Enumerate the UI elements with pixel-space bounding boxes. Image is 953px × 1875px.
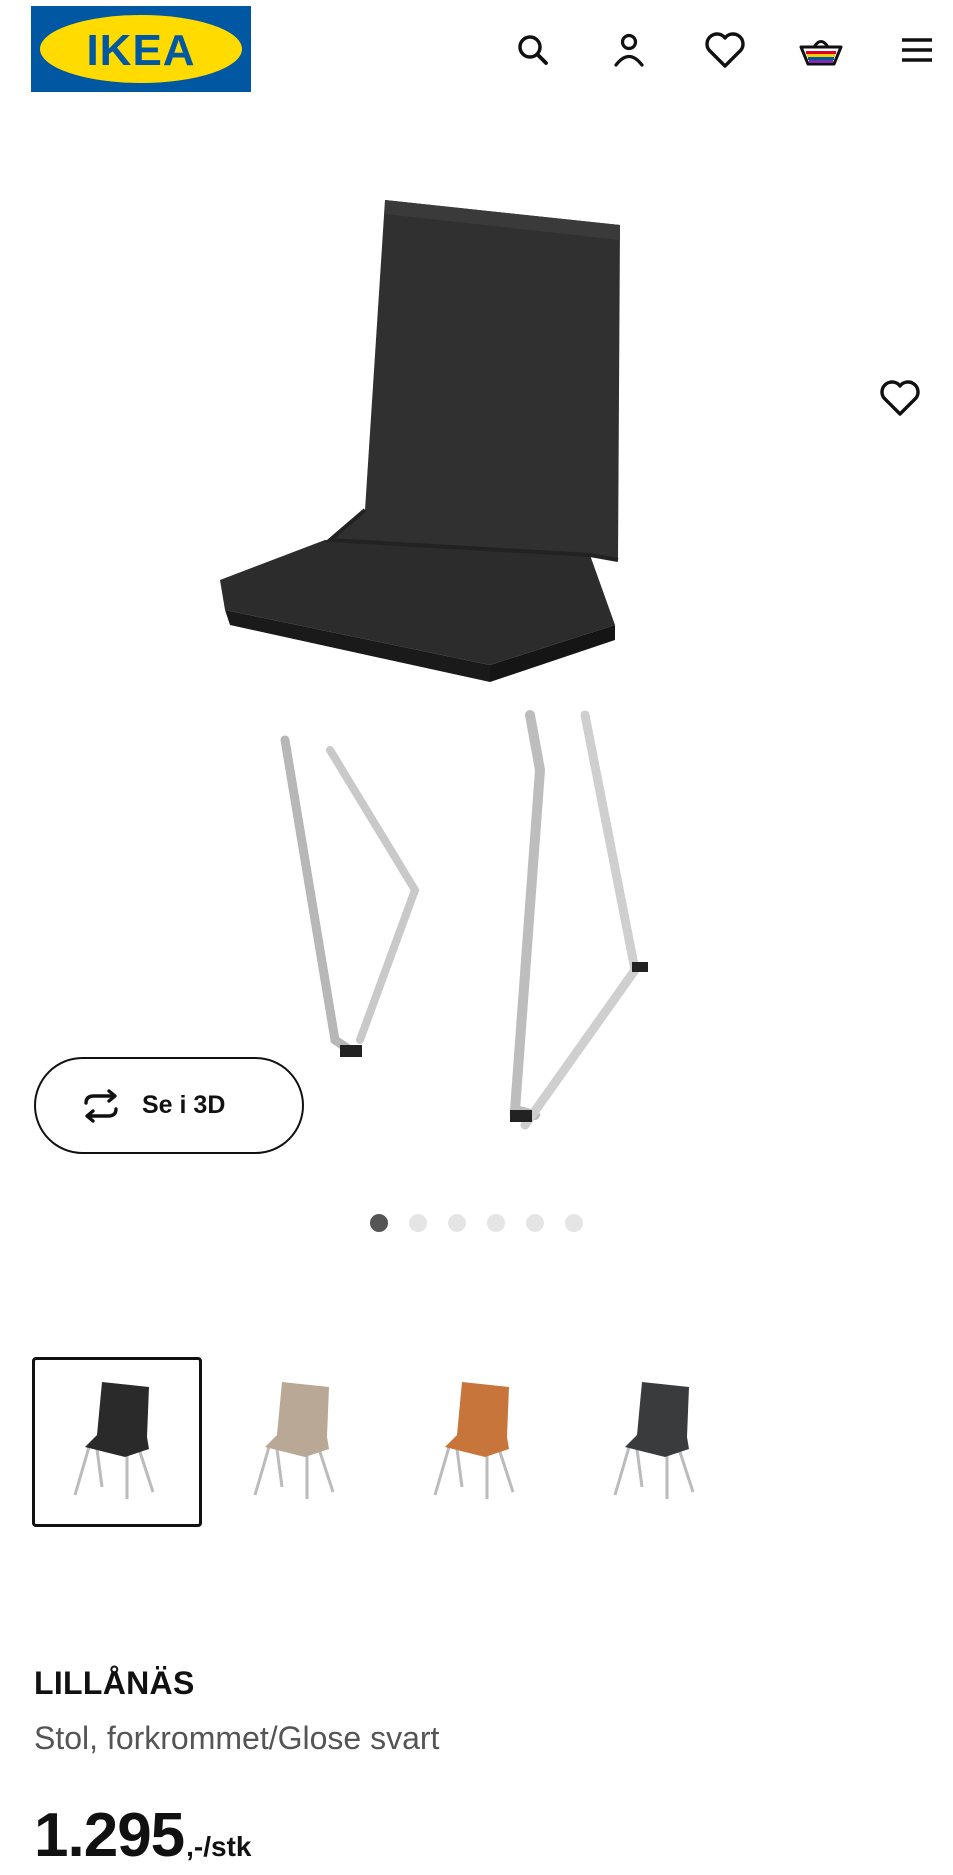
variant-thumbnail: [613, 1382, 695, 1499]
variant-selector: [32, 1357, 912, 1527]
carousel-dot[interactable]: [409, 1214, 427, 1232]
rotate-icon: [84, 1088, 118, 1123]
carousel-dot[interactable]: [487, 1214, 505, 1232]
search-icon[interactable]: [509, 26, 557, 74]
account-icon[interactable]: [605, 26, 653, 74]
variant-option-beige[interactable]: [212, 1357, 382, 1527]
carousel-dot[interactable]: [448, 1214, 466, 1232]
variant-thumbnail: [253, 1382, 335, 1499]
variant-option-brown[interactable]: [392, 1357, 562, 1527]
site-header: IKEA: [0, 0, 953, 110]
variant-option-dark-grey[interactable]: [572, 1357, 742, 1527]
basket-icon[interactable]: [797, 26, 845, 74]
menu-icon[interactable]: [893, 26, 941, 74]
carousel-dot[interactable]: [526, 1214, 544, 1232]
svg-text:IKEA: IKEA: [86, 26, 195, 75]
carousel-dot-active[interactable]: [370, 1214, 388, 1232]
heart-icon[interactable]: [701, 26, 749, 74]
product-price: 1.295 ,-/stk: [34, 1800, 252, 1871]
carousel-indicator: [0, 1208, 953, 1238]
variant-thumbnail: [73, 1382, 155, 1499]
product-description: Stol, forkrommet/Glose svart: [34, 1720, 440, 1756]
heart-icon: [880, 380, 920, 416]
favorite-button[interactable]: [872, 370, 928, 426]
product-info: LILLÅNÄS Stol, forkrommet/Glose svart: [34, 1665, 914, 1757]
carousel-dot[interactable]: [565, 1214, 583, 1232]
view-3d-label: Se i 3D: [142, 1091, 226, 1119]
variant-thumbnail: [433, 1382, 515, 1499]
ikea-logo-mark: IKEA: [31, 6, 251, 92]
price-amount: 1.295: [34, 1801, 185, 1870]
variant-option-black[interactable]: [32, 1357, 202, 1527]
product-gallery[interactable]: Se i 3D: [0, 130, 953, 1200]
view-3d-button[interactable]: Se i 3D: [34, 1057, 304, 1154]
ikea-logo[interactable]: IKEA: [31, 6, 251, 92]
product-image[interactable]: [190, 170, 810, 1170]
price-unit: ,-/stk: [186, 1831, 252, 1862]
product-name[interactable]: LILLÅNÄS: [34, 1665, 914, 1702]
